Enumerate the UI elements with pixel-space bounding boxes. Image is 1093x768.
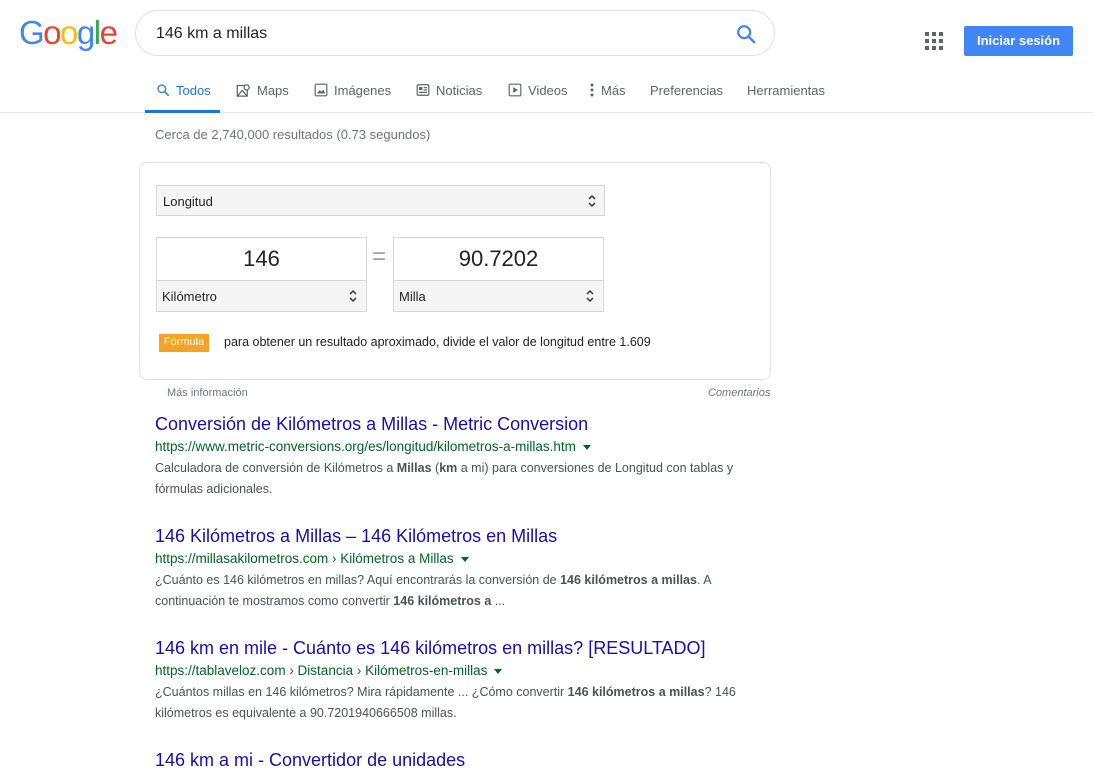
tab-videos[interactable]: Videos bbox=[507, 81, 568, 99]
search-box[interactable] bbox=[135, 10, 775, 56]
tab-label: Noticias bbox=[436, 82, 483, 98]
result-url: https://www.metric-conversions.org/es/lo… bbox=[155, 437, 755, 457]
snippet-highlight: Millas bbox=[396, 461, 432, 475]
to-unit-value: Milla bbox=[399, 289, 426, 304]
google-logo[interactable]: Google bbox=[19, 14, 118, 51]
search-tabs: Todos Maps Imágenes Noticias Videos Más … bbox=[0, 70, 1093, 113]
logo-letter: G bbox=[19, 14, 45, 51]
tab-label: Más bbox=[601, 82, 626, 98]
snippet-text: ¿Cuánto es 146 kilómetros en millas? Aqu… bbox=[155, 573, 561, 587]
image-icon bbox=[313, 83, 328, 98]
result-stats: Cerca de 2,740,000 resultados (0.73 segu… bbox=[155, 127, 431, 142]
snippet-highlight: 146 kilómetros a bbox=[393, 593, 492, 608]
search-result: 146 km en mile - Cuánto es 146 kilómetro… bbox=[155, 637, 755, 723]
to-unit-box: Milla bbox=[393, 237, 604, 312]
snippet-text: Calculadora de conversión de Kilómetros … bbox=[155, 461, 397, 475]
result-url-text[interactable]: https://millasakilometros.com › Kilómetr… bbox=[155, 549, 454, 569]
select-arrows-icon bbox=[586, 289, 594, 303]
signin-button[interactable]: Iniciar sesión bbox=[964, 26, 1073, 56]
tab-label: Herramientas bbox=[747, 82, 826, 98]
result-url: https://tablaveloz.com › Distancia › Kil… bbox=[155, 661, 755, 681]
snippet-highlight: 146 kilómetros a millas bbox=[560, 573, 697, 587]
tab-maps[interactable]: Maps bbox=[236, 81, 289, 99]
map-icon bbox=[236, 83, 251, 98]
tab-label: Preferencias bbox=[650, 82, 723, 98]
apps-grid-icon[interactable] bbox=[925, 32, 943, 50]
from-value-input[interactable] bbox=[157, 238, 366, 281]
feedback-link[interactable]: Comentarios bbox=[708, 387, 770, 399]
logo-letter: e bbox=[99, 14, 118, 51]
result-snippet: ¿Cuántos millas en 146 kilómetros? Mira … bbox=[155, 682, 755, 723]
formula-text: para obtener un resultado aproximado, di… bbox=[224, 335, 651, 349]
select-arrows-icon bbox=[588, 194, 596, 208]
tab-label: Videos bbox=[528, 82, 568, 98]
search-icon bbox=[155, 83, 170, 98]
result-url-text[interactable]: https://tablaveloz.com › Distancia › Kil… bbox=[155, 661, 487, 681]
tab-herramientas[interactable]: Herramientas bbox=[747, 81, 825, 99]
tab-noticias[interactable]: Noticias bbox=[415, 81, 482, 99]
snippet-text: ... bbox=[491, 593, 506, 608]
result-url-text[interactable]: https://www.metric-conversions.org/es/lo… bbox=[155, 437, 576, 457]
category-select[interactable]: Longitud bbox=[156, 185, 605, 216]
tab-label: Imágenes bbox=[334, 82, 392, 98]
search-result: Conversión de Kilómetros a Millas - Metr… bbox=[155, 413, 755, 499]
category-select-value: Longitud bbox=[163, 194, 213, 209]
formula-badge: Fórmula bbox=[159, 334, 209, 352]
snippet-highlight: 146 kilómetros a millas bbox=[567, 685, 705, 699]
snippet-highlight: km bbox=[439, 461, 458, 475]
from-unit-value: Kilómetro bbox=[162, 289, 217, 304]
video-icon bbox=[507, 83, 522, 98]
result-snippet: Calculadora de conversión de Kilómetros … bbox=[155, 458, 755, 499]
logo-letter: o bbox=[60, 14, 78, 51]
tab-label: Maps bbox=[257, 82, 289, 98]
result-url: https://millasakilometros.com › Kilómetr… bbox=[155, 549, 755, 569]
search-result: 146 Kilómetros a Millas – 146 Kilómetros… bbox=[155, 525, 755, 611]
to-unit-select[interactable]: Milla bbox=[394, 281, 603, 311]
active-tab-indicator bbox=[145, 110, 220, 113]
url-dropdown-icon[interactable] bbox=[582, 445, 591, 450]
news-icon bbox=[415, 83, 430, 98]
result-snippet: ¿Cuánto es 146 kilómetros en millas? Aqu… bbox=[155, 570, 755, 611]
more-info-link[interactable]: Más información bbox=[167, 387, 248, 399]
equals-sign: = bbox=[372, 243, 387, 270]
snippet-text: ¿Cuántos millas en 146 kilómetros? Mira … bbox=[155, 685, 568, 699]
select-arrows-icon bbox=[349, 289, 357, 303]
to-value-input[interactable] bbox=[394, 238, 603, 281]
from-unit-select[interactable]: Kilómetro bbox=[157, 281, 366, 311]
search-icon[interactable] bbox=[735, 23, 757, 45]
result-title-link[interactable]: 146 km en mile - Cuánto es 146 kilómetro… bbox=[155, 637, 755, 659]
tab-todos[interactable]: Todos bbox=[155, 81, 211, 99]
url-dropdown-icon[interactable] bbox=[460, 557, 469, 562]
search-result: 146 km a mi - Convertidor de unidades bbox=[155, 749, 755, 768]
result-title-link[interactable]: 146 km a mi - Convertidor de unidades bbox=[155, 749, 755, 768]
url-dropdown-icon[interactable] bbox=[494, 669, 503, 674]
tab-preferencias[interactable]: Preferencias bbox=[650, 81, 723, 99]
search-input[interactable] bbox=[156, 23, 716, 45]
result-title-link[interactable]: Conversión de Kilómetros a Millas - Metr… bbox=[155, 413, 755, 435]
from-unit-box: Kilómetro bbox=[156, 237, 367, 312]
tab-imagenes[interactable]: Imágenes bbox=[313, 81, 391, 99]
tab-label: Todos bbox=[176, 82, 211, 98]
logo-letter: g bbox=[76, 14, 95, 51]
tab-mas[interactable]: Más bbox=[588, 81, 626, 99]
more-icon bbox=[588, 83, 596, 98]
result-title-link[interactable]: 146 Kilómetros a Millas – 146 Kilómetros… bbox=[155, 525, 755, 547]
logo-letter: o bbox=[43, 14, 61, 51]
